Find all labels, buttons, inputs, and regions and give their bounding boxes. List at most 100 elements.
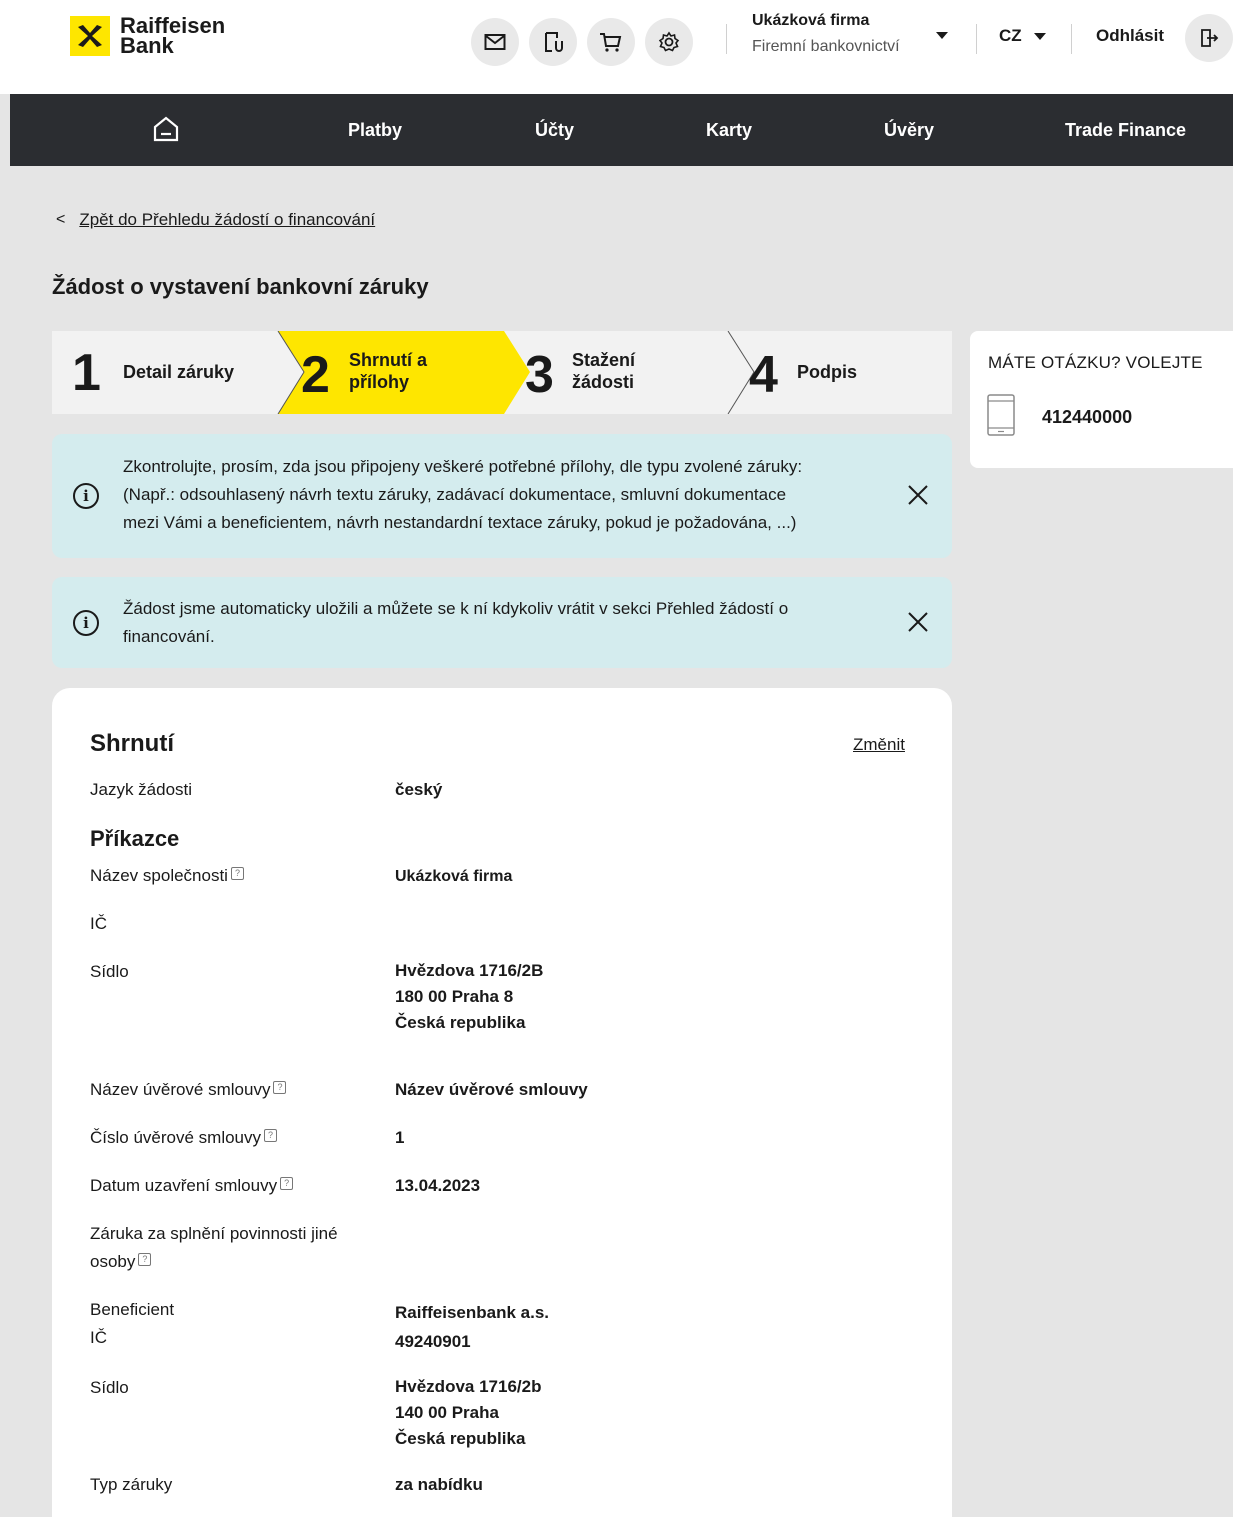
logout-icon-button[interactable] — [1185, 14, 1233, 62]
alert-line: mezi Vámi a beneficientem, návrh nestand… — [123, 513, 797, 532]
label-text: Datum uzavření smlouvy — [90, 1176, 278, 1195]
step-3-number: 3 — [525, 346, 554, 404]
label-text: osoby — [90, 1252, 136, 1271]
label-text: Název společnosti — [90, 866, 228, 885]
help-tooltip-icon[interactable]: ? — [273, 1081, 287, 1094]
summary-title: Shrnutí — [90, 730, 174, 757]
step-2-number: 2 — [301, 346, 330, 404]
beneficient-ic: 49240901 — [395, 1332, 471, 1351]
alert-line: (Např.: odsouhlasený návrh textu záruky,… — [123, 485, 787, 504]
label-typ-zaruky: Typ záruky — [90, 1475, 173, 1494]
top-bar: Raiffeisen Bank Ukázková firma Firemní b… — [0, 0, 1233, 94]
help-phone-number[interactable]: 412440000 — [1042, 407, 1132, 428]
address-line: Hvězdova 1716/2b — [395, 1377, 542, 1396]
info-icon: i — [73, 610, 99, 636]
help-tooltip-icon[interactable]: ? — [138, 1253, 152, 1266]
step-1-number: 1 — [72, 344, 101, 402]
help-title: MÁTE OTÁZKU? VOLEJTE — [988, 353, 1203, 372]
settings-button[interactable] — [645, 18, 693, 66]
home-nav-button[interactable] — [151, 114, 181, 149]
documents-button[interactable] — [529, 18, 577, 66]
label-cislo-smlouvy: Číslo úvěrové smlouvy? — [90, 1124, 390, 1152]
label-text: Číslo úvěrové smlouvy — [90, 1128, 262, 1147]
label-beneficient-sidlo: Sídlo — [90, 1378, 129, 1397]
brand-name: Raiffeisen Bank — [120, 15, 225, 58]
alert-line: Žádost jsme automaticky uložili a můžete… — [123, 599, 789, 618]
cart-button[interactable] — [587, 18, 635, 66]
nav-item-platby[interactable]: Platby — [348, 120, 402, 141]
label-nazev-spolecnosti: Název společnosti? — [90, 862, 390, 890]
back-link[interactable]: < Zpět do Přehledu žádostí o financování — [56, 210, 375, 230]
nav-item-uvery[interactable]: Úvěry — [884, 120, 934, 141]
alert-saved-text: Žádost jsme automaticky uložili a můžete… — [123, 595, 788, 651]
alert-line: financování. — [123, 627, 215, 646]
step-2-label-line2: přílohy — [349, 372, 410, 392]
alert-attachments-text: Zkontrolujte, prosím, zda jsou připojeny… — [123, 453, 802, 537]
label-sidlo: Sídlo — [90, 962, 129, 981]
divider — [726, 24, 727, 54]
company-switcher[interactable]: Ukázková firma Firemní bankovnictví — [752, 12, 900, 56]
address-line: Česká republika — [395, 1013, 526, 1032]
value-cislo-smlouvy: 1 — [395, 1128, 405, 1147]
value-nazev-smlouvy: Název úvěrové smlouvy — [395, 1080, 588, 1099]
language-select[interactable]: CZ — [999, 26, 1022, 46]
page-title: Žádost o vystavení bankovní záruky — [52, 274, 429, 299]
label-ic: IČ — [90, 914, 107, 933]
close-icon[interactable] — [905, 609, 931, 635]
step-4-number: 4 — [749, 346, 778, 404]
chevron-down-icon[interactable] — [936, 32, 948, 39]
address-line: Hvězdova 1716/2B — [395, 961, 544, 980]
divider — [976, 24, 977, 54]
nav-item-trade-finance[interactable]: Trade Finance — [1065, 120, 1186, 141]
divider — [1071, 24, 1072, 54]
step-2-label-line1: Shrnutí a — [349, 350, 428, 370]
step-3-label-line2: žádosti — [572, 372, 635, 392]
info-icon: i — [73, 483, 99, 509]
help-tooltip-icon[interactable]: ? — [280, 1177, 294, 1190]
change-link[interactable]: Změnit — [853, 735, 905, 755]
chevron-left-icon: < — [56, 211, 66, 228]
raiffeisen-logo[interactable]: Raiffeisen Bank — [70, 15, 225, 58]
address-line: 140 00 Praha — [395, 1403, 499, 1422]
step-1-label: Detail záruky — [123, 362, 235, 382]
nav-item-karty[interactable]: Karty — [706, 120, 752, 141]
label-nazev-smlouvy: Název úvěrové smlouvy? — [90, 1076, 390, 1104]
logo-mark-icon — [70, 16, 110, 56]
label-text: Beneficient — [90, 1300, 175, 1319]
summary-card: Shrnutí Změnit Jazyk žádosti český Příka… — [52, 688, 952, 1517]
step-2-label: Shrnutí a přílohy — [349, 349, 427, 393]
back-link-text[interactable]: Zpět do Přehledu žádostí o financování — [79, 210, 375, 230]
brand-line-2: Bank — [120, 33, 174, 58]
main-nav: Platby Účty Karty Úvěry Trade Finance — [10, 94, 1233, 166]
label-text: IČ — [90, 1328, 107, 1347]
label-zaruka-jine-osoby: Záruka za splnění povinnosti jiné osoby? — [90, 1220, 390, 1276]
info-alert-saved: i Žádost jsme automaticky uložili a může… — [52, 577, 952, 668]
mail-icon — [484, 34, 506, 50]
label-text: Záruka za splnění povinnosti jiné — [90, 1224, 338, 1243]
logout-button[interactable]: Odhlásit — [1096, 26, 1164, 46]
value-typ-zaruky: za nabídku — [395, 1475, 483, 1494]
address-line: Česká republika — [395, 1429, 526, 1448]
value-jazyk: český — [395, 780, 443, 799]
help-tooltip-icon[interactable]: ? — [264, 1129, 278, 1142]
step-3-label: Stažení žádosti — [572, 349, 635, 393]
help-box: MÁTE OTÁZKU? VOLEJTE 412440000 — [970, 331, 1233, 468]
close-icon[interactable] — [905, 482, 931, 508]
info-alert-attachments: i Zkontrolujte, prosím, zda jsou připoje… — [52, 434, 952, 558]
label-beneficient: Beneficient IČ — [90, 1296, 390, 1352]
value-beneficient: Raiffeisenbank a.s. 49240901 — [395, 1298, 549, 1356]
beneficient-name: Raiffeisenbank a.s. — [395, 1303, 550, 1322]
cart-icon — [600, 33, 622, 52]
gear-icon — [658, 31, 680, 52]
label-text: Název úvěrové smlouvy — [90, 1080, 271, 1099]
chevron-down-icon[interactable] — [1034, 33, 1046, 40]
value-datum-uzavreni: 13.04.2023 — [395, 1176, 481, 1195]
value-nazev-spolecnosti: Ukázková firma — [395, 868, 513, 885]
alert-line: Zkontrolujte, prosím, zda jsou připojeny… — [123, 457, 803, 476]
nav-item-ucty[interactable]: Účty — [535, 120, 574, 141]
help-tooltip-icon[interactable]: ? — [230, 867, 244, 880]
value-sidlo: Hvězdova 1716/2B 180 00 Praha 8 Česká re… — [395, 958, 543, 1036]
messages-button[interactable] — [471, 18, 519, 66]
language-value: CZ — [999, 26, 1022, 45]
company-subtitle: Firemní bankovnictví — [752, 38, 900, 55]
